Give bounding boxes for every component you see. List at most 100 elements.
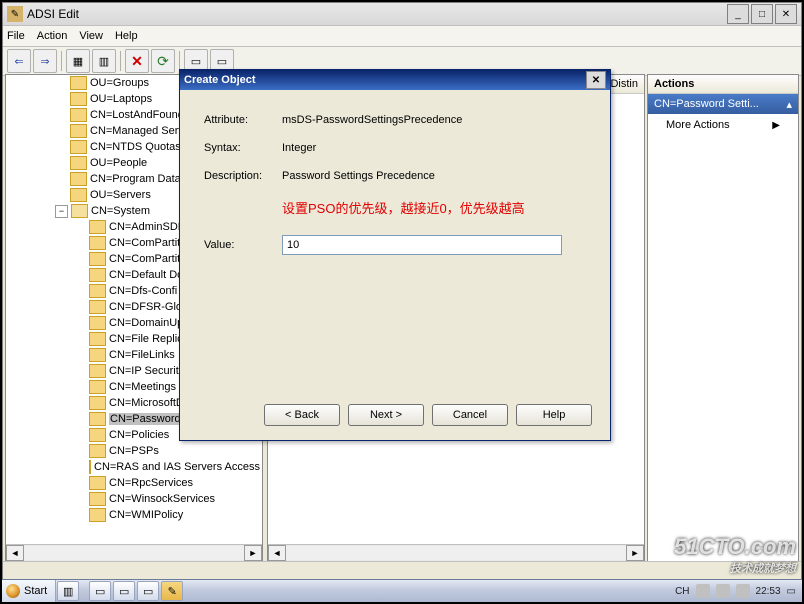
taskbar-item[interactable]: ▭ <box>113 581 135 601</box>
clock[interactable]: 22:53 <box>756 586 781 597</box>
dialog-close-button[interactable]: ✕ <box>586 71 606 89</box>
folder-icon <box>89 348 106 362</box>
folder-icon <box>89 412 106 426</box>
folder-icon <box>89 380 106 394</box>
tree-label: CN=DFSR-Glo <box>109 301 182 313</box>
scroll-left-icon[interactable]: ◄ <box>268 545 286 561</box>
chevron-right-icon: ▶ <box>772 120 780 131</box>
taskbar-item[interactable]: ▥ <box>57 581 79 601</box>
folder-icon <box>70 140 87 154</box>
tree-label: CN=LostAndFound <box>90 109 184 121</box>
tree-label: OU=Servers <box>90 189 151 201</box>
menu-action[interactable]: Action <box>37 30 68 42</box>
tree-label: CN=ComPartit <box>109 253 180 265</box>
close-button[interactable]: ✕ <box>775 4 797 24</box>
tree-node[interactable]: CN=RpcServices <box>6 475 262 491</box>
refresh-button[interactable]: ⟳ <box>151 49 175 73</box>
toggle-icon[interactable]: − <box>55 205 68 218</box>
menu-view[interactable]: View <box>79 30 103 42</box>
tree-label: CN=RAS and IAS Servers Access Che <box>94 461 263 473</box>
scroll-right-icon[interactable]: ► <box>244 545 262 561</box>
value-input[interactable] <box>282 235 562 255</box>
tree-label: CN=AdminSDH <box>109 221 186 233</box>
menu-file[interactable]: File <box>7 30 25 42</box>
maximize-button[interactable]: □ <box>751 4 773 24</box>
tree-label: CN=Policies <box>109 429 169 441</box>
tree-label: CN=Program Data <box>90 173 181 185</box>
show-desktop[interactable]: ▭ <box>787 586 796 597</box>
statusbar <box>3 561 801 579</box>
taskbar-item[interactable]: ▭ <box>89 581 111 601</box>
help-button[interactable]: Help <box>516 404 592 426</box>
app-icon: ✎ <box>7 6 23 22</box>
menu-help[interactable]: Help <box>115 30 138 42</box>
tree-label: CN=WinsockServices <box>109 493 215 505</box>
tree-label: OU=People <box>90 157 147 169</box>
folder-icon <box>89 476 106 490</box>
more-actions-label: More Actions <box>666 119 730 131</box>
desc-label: Description: <box>204 170 282 182</box>
tray-icon[interactable] <box>716 584 730 598</box>
lang-indicator[interactable]: CH <box>675 586 689 597</box>
tray-icon[interactable] <box>696 584 710 598</box>
list-hscroll[interactable]: ◄ ► <box>268 544 644 561</box>
tree-node[interactable]: CN=WMIPolicy <box>6 507 262 523</box>
actions-context[interactable]: CN=Password Setti... ▴ <box>648 94 798 114</box>
next-button[interactable]: Next > <box>348 404 424 426</box>
tree-label: OU=Groups <box>90 77 149 89</box>
folder-icon <box>89 508 106 522</box>
tree-label: CN=FileLinks <box>109 349 175 361</box>
tree-label: CN=WMIPolicy <box>109 509 183 521</box>
folder-icon <box>89 492 106 506</box>
folder-icon <box>89 268 106 282</box>
folder-icon <box>89 284 106 298</box>
cancel-button[interactable]: Cancel <box>432 404 508 426</box>
tree-node[interactable]: CN=PSPs <box>6 443 262 459</box>
folder-icon <box>70 156 87 170</box>
tree-node[interactable]: CN=WinsockServices <box>6 491 262 507</box>
titlebar: ✎ ADSI Edit _ □ ✕ <box>3 3 801 26</box>
actions-title: Actions <box>648 75 798 94</box>
folder-icon <box>89 220 106 234</box>
dialog-title: Create Object <box>184 74 256 86</box>
hint-text: 设置PSO的优先级，越接近0，优先级越高 <box>282 198 586 217</box>
delete-button[interactable]: ✕ <box>125 49 149 73</box>
tree-label: CN=DomainUp <box>109 317 183 329</box>
taskbar-item[interactable]: ▭ <box>137 581 159 601</box>
up-button[interactable]: ▦ <box>66 49 90 73</box>
value-label: Value: <box>204 239 282 251</box>
syntax-value: Integer <box>282 142 586 154</box>
scroll-right-icon[interactable]: ► <box>626 545 644 561</box>
tray-icon[interactable] <box>736 584 750 598</box>
folder-icon <box>89 396 106 410</box>
folder-icon <box>71 204 88 218</box>
system-tray[interactable]: CH 22:53 ▭ <box>669 584 802 598</box>
start-label: Start <box>24 585 47 597</box>
folder-icon <box>89 444 106 458</box>
tree-label: CN=RpcServices <box>109 477 193 489</box>
taskbar[interactable]: Start ▥ ▭ ▭ ▭ ✎ CH 22:53 ▭ <box>2 579 802 602</box>
desc-value: Password Settings Precedence <box>282 170 586 182</box>
start-orb-icon <box>6 584 20 598</box>
forward-button[interactable]: ⇒ <box>33 49 57 73</box>
back-button[interactable]: < Back <box>264 404 340 426</box>
actions-context-label: CN=Password Setti... <box>654 98 759 110</box>
actions-pane: Actions CN=Password Setti... ▴ More Acti… <box>647 74 799 562</box>
folder-icon <box>70 108 87 122</box>
tree-label: CN=PSPs <box>109 445 159 457</box>
scroll-left-icon[interactable]: ◄ <box>6 545 24 561</box>
more-actions[interactable]: More Actions ▶ <box>648 114 798 136</box>
start-button[interactable]: Start <box>2 580 56 602</box>
folder-icon <box>89 236 106 250</box>
back-button[interactable]: ⇐ <box>7 49 31 73</box>
minimize-button[interactable]: _ <box>727 4 749 24</box>
properties-button[interactable]: ▥ <box>92 49 116 73</box>
tree-label: CN=ComPartit <box>109 237 180 249</box>
col-distin[interactable]: Distin <box>610 78 638 90</box>
tree-label: CN=System <box>91 205 150 217</box>
tree-label: CN=Meetings <box>109 381 176 393</box>
tree-hscroll[interactable]: ◄ ► <box>6 544 262 561</box>
tree-node[interactable]: CN=RAS and IAS Servers Access Che <box>6 459 262 475</box>
tree-label: CN=Password <box>109 413 182 425</box>
taskbar-item-active[interactable]: ✎ <box>161 581 183 601</box>
